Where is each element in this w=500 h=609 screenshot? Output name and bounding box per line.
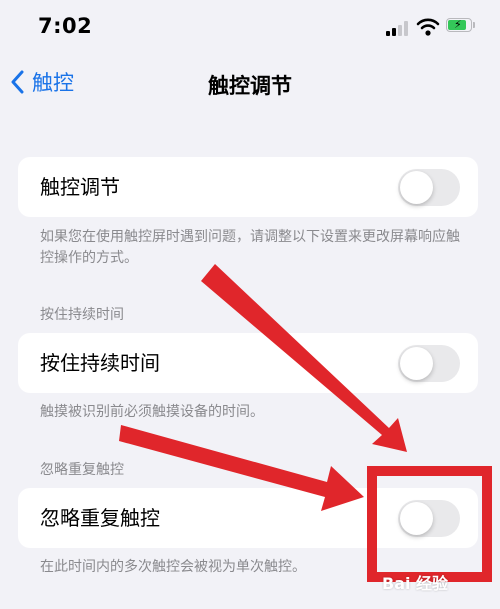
navigation-bar: 触控 触控调节 (0, 56, 500, 108)
toggle-knob (400, 347, 433, 380)
hold-duration-label: 按住持续时间 (40, 351, 160, 375)
baidu-watermark: Bai 经验 (382, 574, 449, 593)
ignore-repeat-row: 忽略重复触控 (18, 488, 478, 548)
status-bar: 7:02 ⚡ (0, 0, 500, 56)
cellular-signal-icon (386, 20, 410, 36)
ignore-repeat-header: 忽略重复触控 (40, 462, 124, 478)
touch-accommodations-toggle[interactable] (398, 169, 460, 206)
toggle-knob (400, 502, 433, 535)
hold-duration-toggle[interactable] (398, 345, 460, 382)
touch-accommodations-row: 触控调节 (18, 157, 478, 217)
hold-duration-header: 按住持续时间 (40, 307, 124, 323)
ignore-repeat-toggle[interactable] (398, 500, 460, 537)
touch-accommodations-label: 触控调节 (40, 175, 120, 199)
touch-accommodations-footer: 如果您在使用触控屏时遇到问题，请调整以下设置来更改屏幕响应触控操作的方式。 (40, 229, 460, 266)
battery-charging-icon: ⚡ (446, 18, 476, 34)
hold-duration-footer: 触摸被识别前必须触摸设备的时间。 (40, 404, 264, 420)
wifi-icon (416, 18, 440, 36)
toggle-knob (400, 171, 433, 204)
page-title: 触控调节 (208, 74, 292, 98)
ignore-repeat-label: 忽略重复触控 (40, 506, 160, 530)
hold-duration-row: 按住持续时间 (18, 333, 478, 393)
status-time: 7:02 (38, 14, 93, 38)
